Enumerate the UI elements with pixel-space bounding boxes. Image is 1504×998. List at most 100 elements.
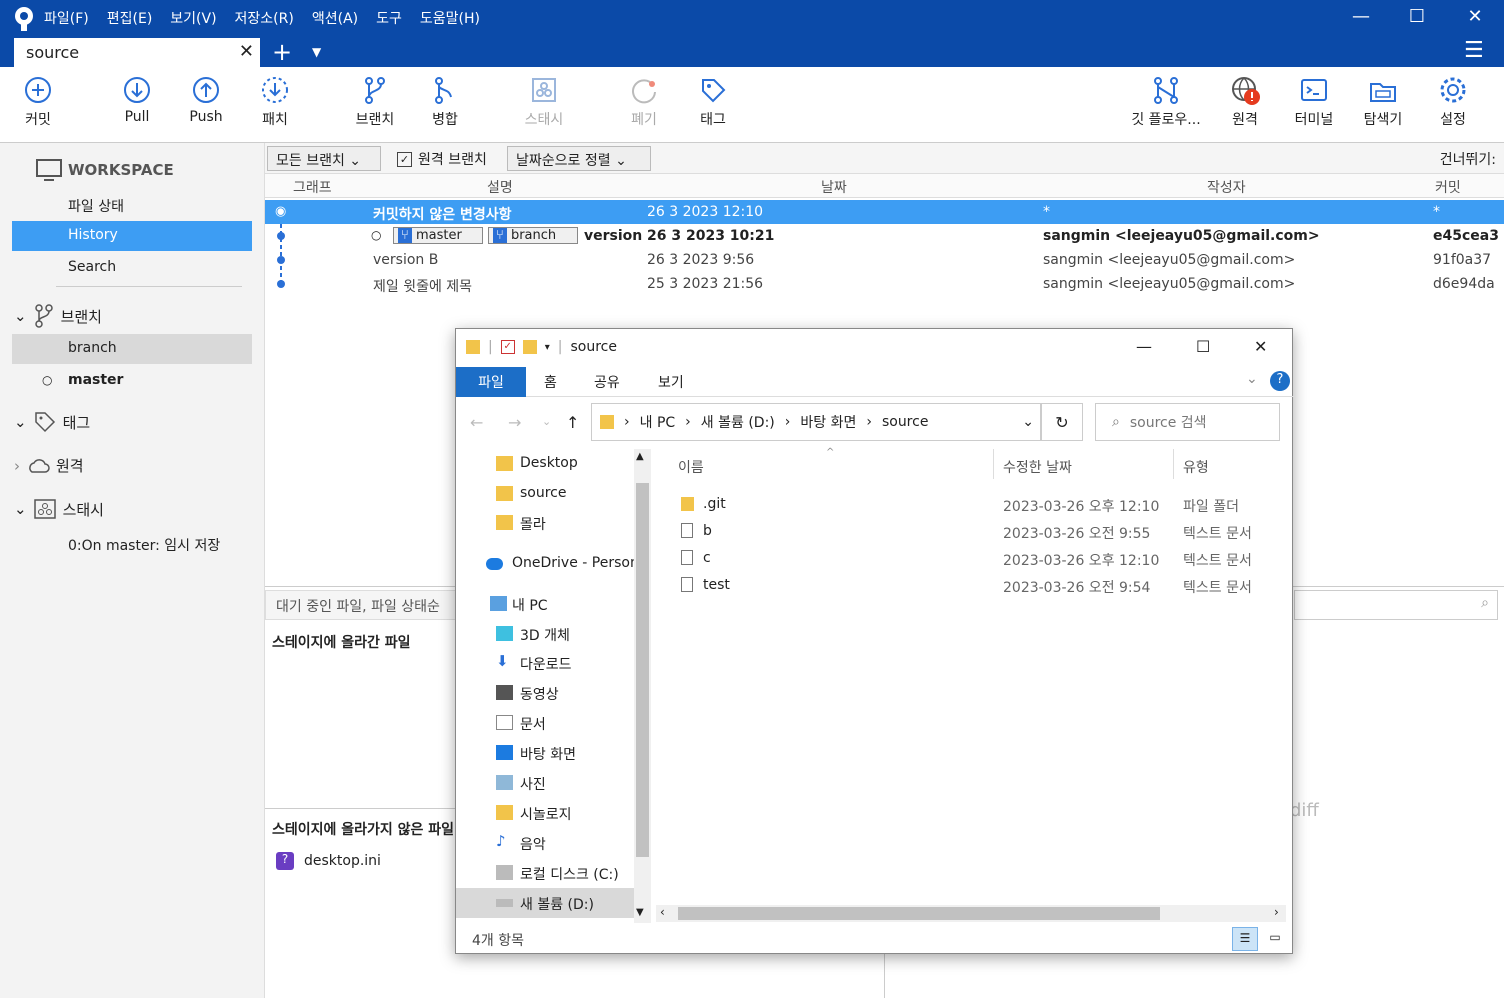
branch-button[interactable]: 브랜치 — [352, 75, 398, 129]
scroll-left-icon[interactable]: ‹ — [660, 905, 665, 919]
commit-row[interactable]: ◉ 커밋하지 않은 변경사항 26 3 2023 12:10 * * — [265, 200, 1504, 224]
remote-branches-checkbox[interactable]: ✓ 원격 브랜치 — [397, 149, 487, 169]
minimize-button[interactable]: — — [1346, 6, 1376, 30]
stash-header[interactable]: ⌄ 스태시 — [14, 498, 104, 520]
ribbon-expand-icon[interactable]: ⌄ — [1246, 371, 1258, 387]
help-icon[interactable]: ? — [1270, 371, 1290, 391]
terminal-button[interactable]: 터미널 — [1290, 75, 1338, 129]
gitflow-button[interactable]: 깃 플로우... — [1126, 75, 1206, 129]
remote-button[interactable]: 원격 — [1228, 75, 1262, 129]
nav-item-source[interactable]: source — [456, 479, 634, 509]
explorer-minimize-button[interactable]: — — [1136, 337, 1152, 356]
menu-help[interactable]: 도움말(H) — [420, 8, 480, 28]
file-row[interactable]: b 2023-03-26 오전 9:55 텍스트 문서 — [653, 518, 1283, 545]
hamburger-menu-icon[interactable]: ☰ — [1464, 38, 1484, 63]
nav-item-downloads[interactable]: ⬇ 다운로드 — [456, 648, 634, 678]
commit-row[interactable]: version B 26 3 2023 9:56 sangmin <leejea… — [265, 248, 1504, 272]
tags-header[interactable]: ⌄ 태그 — [14, 410, 90, 434]
address-dropdown-icon[interactable]: ⌄ — [1022, 414, 1034, 430]
sidebar-item-master[interactable]: master — [12, 366, 252, 396]
menu-edit[interactable]: 편집(E) — [107, 8, 153, 28]
nav-item-music[interactable]: ♪ 음악 — [456, 828, 634, 858]
refresh-icon[interactable]: ↻ — [1041, 403, 1083, 441]
file-row[interactable]: .git 2023-03-26 오후 12:10 파일 폴더 — [653, 491, 1283, 518]
nav-item-local-disk-c[interactable]: 로컬 디스크 (C:) — [456, 858, 634, 888]
col-description[interactable]: 설명 — [487, 177, 513, 197]
branch-tag-branch[interactable]: ⑂ branch — [488, 227, 578, 244]
large-icons-view-icon[interactable]: ▭ — [1262, 927, 1288, 951]
recent-dropdown-icon[interactable]: ⌄ — [542, 415, 551, 428]
sidebar-item-file-status[interactable]: 파일 상태 — [12, 190, 252, 220]
quick-access-dropdown-icon[interactable]: ▾ — [545, 342, 550, 353]
scroll-right-icon[interactable]: › — [1274, 905, 1279, 919]
properties-icon[interactable]: ✓ — [500, 340, 515, 354]
menu-file[interactable]: 파일(F) — [44, 8, 89, 28]
col-name[interactable]: 이름 — [678, 457, 704, 477]
sidebar-item-branch[interactable]: branch — [12, 334, 252, 364]
nav-item-videos[interactable]: 동영상 — [456, 678, 634, 708]
sort-dropdown[interactable]: 날짜순으로 정렬 ⌄ — [507, 146, 651, 171]
patch-button[interactable]: 패치 — [258, 75, 292, 129]
remotes-header[interactable]: › 원격 — [14, 455, 84, 476]
tab-dropdown-icon[interactable]: ▼ — [312, 45, 321, 59]
explorer-maximize-button[interactable]: ☐ — [1196, 337, 1210, 356]
nav-item-onedrive[interactable]: OneDrive - Person — [456, 549, 634, 579]
breadcrumb-item[interactable]: source — [882, 414, 929, 430]
nav-item-3d-objects[interactable]: 3D 개체 — [456, 619, 634, 649]
menu-repository[interactable]: 저장소(R) — [235, 8, 294, 28]
nav-item-molla[interactable]: 몰라 — [456, 508, 634, 538]
branches-header[interactable]: ⌄ 브랜치 — [14, 303, 102, 329]
nav-item-this-pc[interactable]: 내 PC — [456, 589, 634, 619]
menu-view[interactable]: 보기(V) — [170, 8, 216, 28]
breadcrumb-item[interactable]: 바탕 화면 — [800, 412, 856, 432]
col-date[interactable]: 날짜 — [821, 177, 847, 197]
nav-item-volume-d[interactable]: 새 볼륨 (D:) — [456, 888, 634, 918]
sidebar-item-stash[interactable]: 0:On master: 임시 저장 — [12, 529, 252, 559]
commit-button[interactable]: 커밋 — [20, 75, 56, 129]
breadcrumb-item[interactable]: 새 볼륨 (D:) — [701, 412, 775, 432]
ribbon-tab-share[interactable]: 공유 — [594, 372, 620, 392]
nav-item-pictures[interactable]: 사진 — [456, 768, 634, 798]
details-view-icon[interactable]: ☰ — [1232, 927, 1258, 951]
unstaged-file-item[interactable]: ? desktop.ini — [276, 852, 381, 870]
ribbon-tab-home[interactable]: 홈 — [544, 372, 557, 392]
up-arrow-icon[interactable]: ↑ — [566, 413, 579, 432]
branch-filter-dropdown[interactable]: 모든 브랜치 ⌄ — [267, 146, 381, 171]
nav-item-documents[interactable]: 문서 — [456, 708, 634, 738]
col-author[interactable]: 작성자 — [1207, 177, 1246, 197]
file-row[interactable]: c 2023-03-26 오후 12:10 텍스트 문서 — [653, 545, 1283, 572]
scroll-down-icon[interactable]: ▼ — [636, 907, 644, 918]
ribbon-tab-file[interactable]: 파일 — [456, 367, 526, 397]
nav-item-synology[interactable]: 시놀로지 — [456, 798, 634, 828]
pull-button[interactable]: Pull — [118, 75, 156, 125]
address-bar[interactable]: › 내 PC › 새 볼륨 (D:) › 바탕 화면 › source ⌄ — [591, 403, 1041, 441]
menu-actions[interactable]: 액션(A) — [312, 8, 358, 28]
explorer-button[interactable]: 탐색기 — [1358, 75, 1408, 129]
nav-scrollbar[interactable]: ▲ ▼ — [634, 449, 651, 923]
close-tab-icon[interactable]: ✕ — [239, 41, 254, 62]
push-button[interactable]: Push — [186, 75, 226, 125]
settings-button[interactable]: 설정 — [1436, 75, 1470, 129]
horizontal-scrollbar[interactable]: ‹ › — [656, 905, 1286, 922]
tag-button[interactable]: 태그 — [696, 75, 730, 129]
ribbon-tab-view[interactable]: 보기 — [658, 372, 684, 392]
nav-item-desktop[interactable]: Desktop — [456, 449, 634, 479]
sidebar-item-history[interactable]: History — [12, 221, 252, 251]
repo-tab[interactable]: source ✕ — [14, 38, 260, 67]
breadcrumb-item[interactable]: 내 PC — [640, 412, 676, 432]
back-arrow-icon[interactable]: ← — [470, 413, 483, 432]
scroll-thumb[interactable] — [678, 907, 1160, 920]
maximize-button[interactable]: ☐ — [1402, 6, 1432, 30]
discard-button[interactable]: 폐기 — [626, 75, 662, 129]
nav-item-desktop-kr[interactable]: 바탕 화면 — [456, 738, 634, 768]
menu-tools[interactable]: 도구 — [376, 8, 402, 28]
col-type[interactable]: 유형 — [1183, 457, 1209, 477]
scroll-thumb[interactable] — [636, 483, 649, 857]
col-commit[interactable]: 커밋 — [1435, 177, 1461, 197]
explorer-close-button[interactable]: ✕ — [1254, 337, 1267, 356]
search-input[interactable]: ⌕ source 검색 — [1095, 403, 1280, 441]
col-graph[interactable]: 그래프 — [293, 177, 332, 197]
stash-button[interactable]: 스태시 — [520, 75, 568, 129]
forward-arrow-icon[interactable]: → — [508, 413, 521, 432]
sidebar-item-search[interactable]: Search — [12, 253, 252, 283]
